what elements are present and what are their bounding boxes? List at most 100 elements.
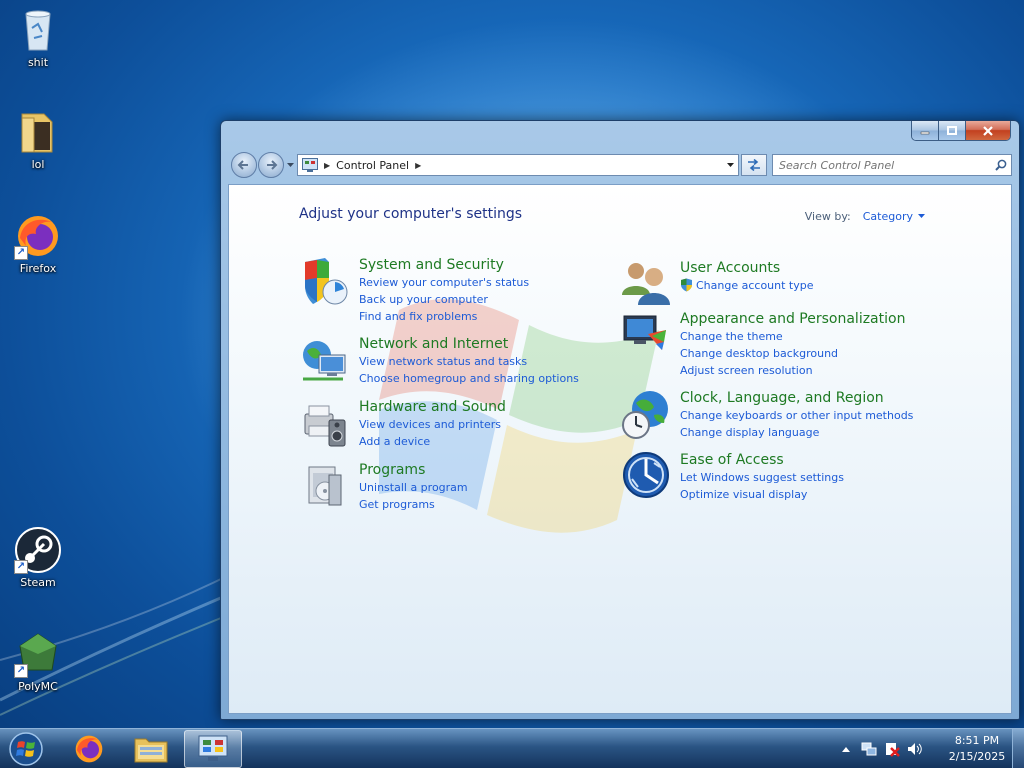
link-display-language[interactable]: Change display language — [680, 424, 913, 441]
navigation-bar: ▶ Control Panel ▶ — [229, 151, 1012, 179]
breadcrumb-separator-icon[interactable]: ▶ — [415, 161, 421, 170]
system-security-icon[interactable] — [299, 256, 351, 308]
link-add-device[interactable]: Add a device — [359, 433, 506, 450]
desktop-icon-polymc[interactable]: ↗ PolyMC — [0, 630, 76, 693]
refresh-icon — [748, 159, 760, 171]
link-screen-resolution[interactable]: Adjust screen resolution — [680, 362, 905, 379]
link-optimize-visual-display[interactable]: Optimize visual display — [680, 486, 844, 503]
recycle-bin-icon — [14, 6, 62, 54]
view-by: View by: Category — [805, 210, 925, 223]
link-windows-suggest-settings[interactable]: Let Windows suggest settings — [680, 469, 844, 486]
maximize-icon — [947, 125, 957, 135]
address-dropdown-button[interactable] — [722, 155, 738, 175]
close-button[interactable] — [966, 121, 1010, 140]
chevron-down-icon[interactable] — [918, 214, 925, 219]
volume-icon[interactable] — [907, 741, 923, 757]
maximize-button[interactable] — [939, 121, 966, 140]
programs-icon[interactable] — [299, 461, 351, 513]
clock-time: 8:51 PM — [954, 734, 1000, 747]
category-network-internet: Network and Internet View network status… — [299, 335, 579, 387]
back-button[interactable] — [231, 152, 257, 178]
category-title-programs[interactable]: Programs — [359, 461, 468, 479]
taskbar-control-panel[interactable] — [184, 730, 242, 768]
link-devices-printers[interactable]: View devices and printers — [359, 416, 506, 433]
link-desktop-background[interactable]: Change desktop background — [680, 345, 905, 362]
breadcrumb-control-panel[interactable]: Control Panel — [336, 159, 409, 172]
chevron-down-icon — [726, 162, 734, 167]
category-appearance: Appearance and Personalization Change th… — [620, 310, 905, 379]
action-center-icon[interactable] — [884, 741, 900, 757]
desktop-icon-recycle-bin[interactable]: shit — [0, 6, 76, 69]
clock-date: 2/15/2025 — [948, 750, 1006, 763]
category-title-appearance[interactable]: Appearance and Personalization — [680, 310, 905, 328]
category-title-user-accounts[interactable]: User Accounts — [680, 259, 814, 277]
refresh-button[interactable] — [741, 154, 767, 176]
search-box[interactable] — [772, 154, 1012, 176]
network-icon[interactable] — [299, 335, 351, 387]
category-title-ease-of-access[interactable]: Ease of Access — [680, 451, 844, 469]
show-desktop-button[interactable] — [1012, 729, 1024, 768]
hardware-sound-icon[interactable] — [299, 398, 351, 450]
link-change-account-type[interactable]: Change account type — [696, 279, 814, 292]
forward-button[interactable] — [258, 152, 284, 178]
shortcut-arrow-icon: ↗ — [14, 664, 28, 678]
control-panel-icon — [198, 735, 228, 761]
desktop-icon-steam[interactable]: ↗ Steam — [0, 526, 76, 589]
control-panel-content: Adjust your computer's settings View by:… — [228, 184, 1012, 714]
category-user-accounts: User Accounts Change account type — [620, 259, 814, 311]
link-network-status[interactable]: View network status and tasks — [359, 353, 579, 370]
forward-arrow-icon — [267, 160, 278, 170]
link-homegroup-sharing[interactable]: Choose homegroup and sharing options — [359, 370, 579, 387]
taskbar-firefox[interactable] — [60, 730, 118, 768]
link-change-account-type-row: Change account type — [680, 277, 814, 294]
link-find-fix-problems[interactable]: Find and fix problems — [359, 308, 529, 325]
category-title-hardware-sound[interactable]: Hardware and Sound — [359, 398, 506, 416]
appearance-icon[interactable] — [620, 310, 672, 362]
user-accounts-icon[interactable] — [620, 259, 672, 311]
category-title-system-security[interactable]: System and Security — [359, 256, 529, 274]
view-by-dropdown[interactable]: Category — [863, 210, 913, 223]
back-arrow-icon — [237, 160, 248, 170]
link-back-up[interactable]: Back up your computer — [359, 291, 529, 308]
recent-pages-button[interactable] — [285, 159, 295, 171]
link-get-programs[interactable]: Get programs — [359, 496, 468, 513]
desktop-icon-label: lol — [31, 158, 45, 171]
taskbar-explorer[interactable] — [122, 730, 180, 768]
category-hardware-sound: Hardware and Sound View devices and prin… — [299, 398, 506, 450]
link-change-keyboards[interactable]: Change keyboards or other input methods — [680, 407, 913, 424]
clock[interactable]: 8:51 PM 2/15/2025 — [944, 733, 1010, 765]
category-title-clock-language-region[interactable]: Clock, Language, and Region — [680, 389, 913, 407]
start-orb-icon — [9, 732, 43, 766]
start-button[interactable] — [6, 731, 46, 767]
search-icon[interactable] — [991, 155, 1011, 175]
folder-icon — [14, 108, 62, 156]
window-controls — [911, 121, 1011, 141]
uac-shield-icon — [681, 278, 692, 292]
desktop-icon-firefox[interactable]: ↗ Firefox — [0, 212, 76, 275]
link-uninstall-program[interactable]: Uninstall a program — [359, 479, 468, 496]
link-change-theme[interactable]: Change the theme — [680, 328, 905, 345]
explorer-icon — [134, 738, 168, 763]
network-icon[interactable] — [861, 741, 877, 757]
minimize-icon — [920, 131, 930, 134]
desktop-icon-label: Steam — [20, 576, 56, 589]
ease-of-access-icon[interactable] — [620, 451, 672, 503]
desktop-icon-label: PolyMC — [18, 680, 58, 693]
shortcut-arrow-icon: ↗ — [14, 560, 28, 574]
close-icon — [983, 125, 993, 136]
control-panel-icon — [302, 158, 318, 172]
search-input[interactable] — [773, 156, 991, 174]
desktop-icon-folder[interactable]: lol — [0, 108, 76, 171]
address-bar[interactable]: ▶ Control Panel ▶ — [297, 154, 739, 176]
shortcut-arrow-icon: ↗ — [14, 246, 28, 260]
category-title-network-internet[interactable]: Network and Internet — [359, 335, 579, 353]
minimize-button[interactable] — [912, 121, 939, 140]
control-panel-window[interactable]: ▶ Control Panel ▶ Adjust y — [220, 120, 1020, 720]
show-hidden-icons-icon[interactable] — [838, 741, 854, 757]
link-review-status[interactable]: Review your computer's status — [359, 274, 529, 291]
view-by-label: View by: — [804, 210, 851, 223]
clock-globe-icon[interactable] — [620, 389, 672, 441]
system-tray: 8:51 PM 2/15/2025 — [838, 729, 1010, 768]
steam-icon: ↗ — [14, 526, 62, 574]
category-programs: Programs Uninstall a program Get program… — [299, 461, 468, 513]
